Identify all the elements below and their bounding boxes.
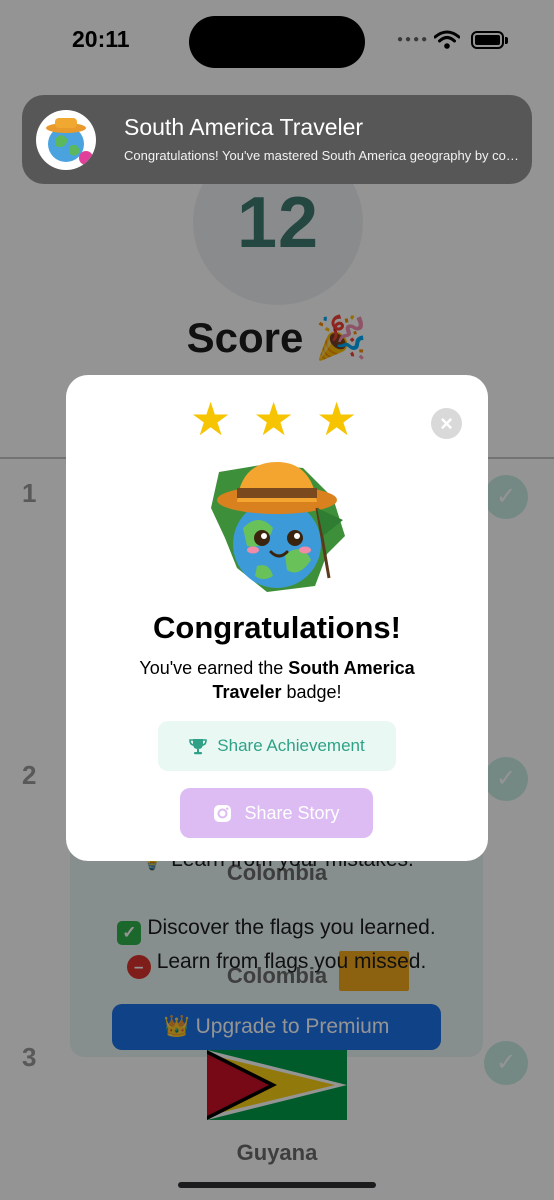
share-achievement-button[interactable]: Share Achievement: [158, 721, 396, 771]
signal-icon: ●●●●: [397, 34, 430, 45]
share-achievement-label: Share Achievement: [217, 736, 365, 755]
wifi-icon: [433, 30, 461, 55]
badge-mascot-icon: [36, 110, 96, 170]
share-story-button[interactable]: Share Story: [180, 788, 373, 838]
trophy-icon: [189, 737, 208, 755]
star-icon: ★: [190, 393, 232, 445]
home-indicator[interactable]: [178, 1182, 376, 1188]
star-icon: ★: [253, 393, 295, 445]
modal-description: You've earned the South America Traveler…: [110, 656, 444, 704]
notification-title: South America Traveler: [124, 114, 364, 140]
battery-cap: [505, 37, 508, 44]
close-icon[interactable]: ×: [431, 408, 462, 439]
share-story-label: Share Story: [244, 802, 340, 823]
camera-icon: [213, 804, 232, 823]
notification-body: Congratulations! You've mastered South A…: [124, 148, 519, 163]
desc-prefix: You've earned the: [139, 658, 289, 678]
dynamic-island: [189, 16, 365, 68]
badge-mascot-image: [207, 458, 349, 601]
battery-icon: [471, 31, 504, 49]
status-time: 20:11: [72, 26, 130, 52]
star-icon: ★: [316, 393, 358, 445]
desc-suffix: badge!: [281, 682, 342, 702]
modal-title: Congratulations!: [153, 610, 401, 645]
